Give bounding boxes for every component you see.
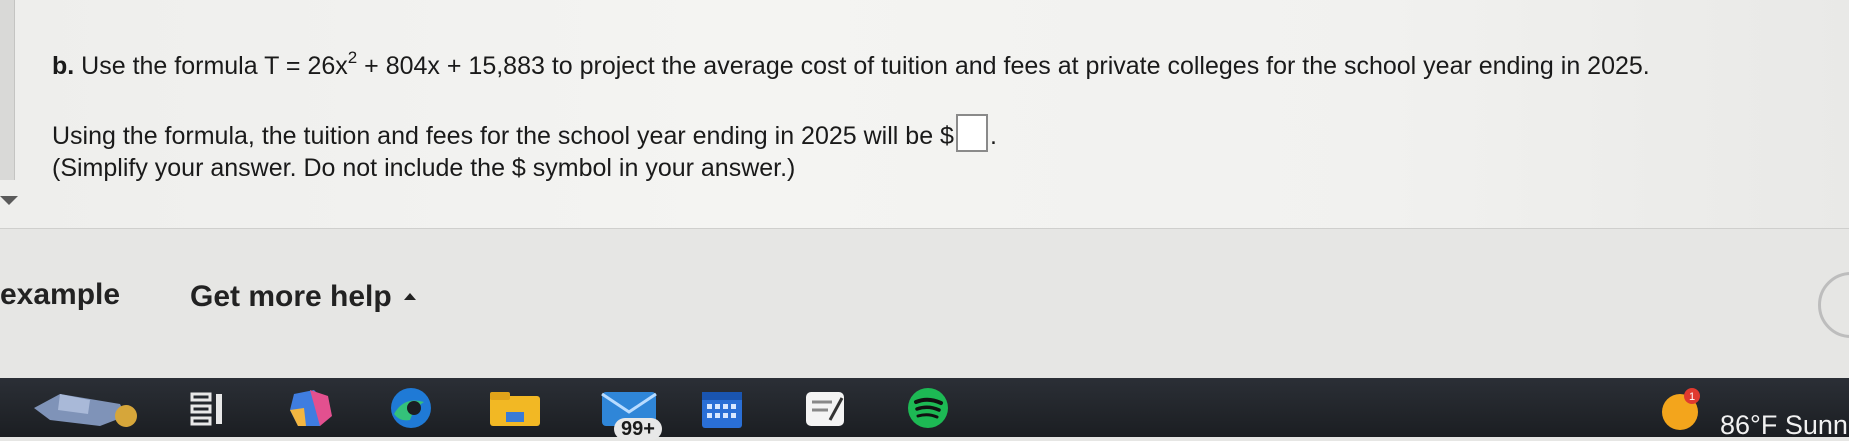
spotify-icon[interactable] [902,386,954,430]
question-panel: b. Use the formula T = 26x2 + 804x + 15,… [0,0,1849,229]
taskbar [0,378,1849,437]
answer-line: Using the formula, the tuition and fees … [52,114,997,152]
notes-icon[interactable] [800,386,850,430]
task-view-icon[interactable] [188,386,228,430]
copilot-icon[interactable] [284,386,338,430]
get-more-help-label: Get more help [190,280,392,313]
formula-exponent: 2 [347,48,358,67]
edge-icon[interactable] [384,386,438,430]
caret-up-icon [403,293,416,300]
answer-hint: (Simplify your answer. Do not include th… [52,154,796,182]
weather-alert-count: 1 [1689,391,1695,403]
formula-text-after: + 804x + 15,883 to project the average c… [357,52,1650,80]
weather-text: 86°F Sunn [1720,410,1848,440]
help-bar: example Get more help [0,260,1849,330]
part-label: b. [52,52,75,80]
file-explorer-icon[interactable] [486,386,544,430]
left-scroll-rail[interactable] [0,0,15,180]
answer-prompt: Using the formula, the tuition and fees … [52,122,954,150]
example-link[interactable]: example [0,278,120,312]
formula-text-before: Use the formula T = 26x [81,52,348,80]
widgets-icon[interactable] [30,386,140,430]
get-more-help-button[interactable]: Get more help [190,280,416,314]
question-text: b. Use the formula T = 26x2 + 804x + 15,… [52,48,1650,81]
weather-sun-icon: 1 [1662,388,1700,430]
calendar-icon[interactable] [696,386,748,430]
answer-input[interactable] [955,114,988,152]
answer-suffix: . [989,122,997,150]
collapse-arrow-icon[interactable] [0,196,18,205]
